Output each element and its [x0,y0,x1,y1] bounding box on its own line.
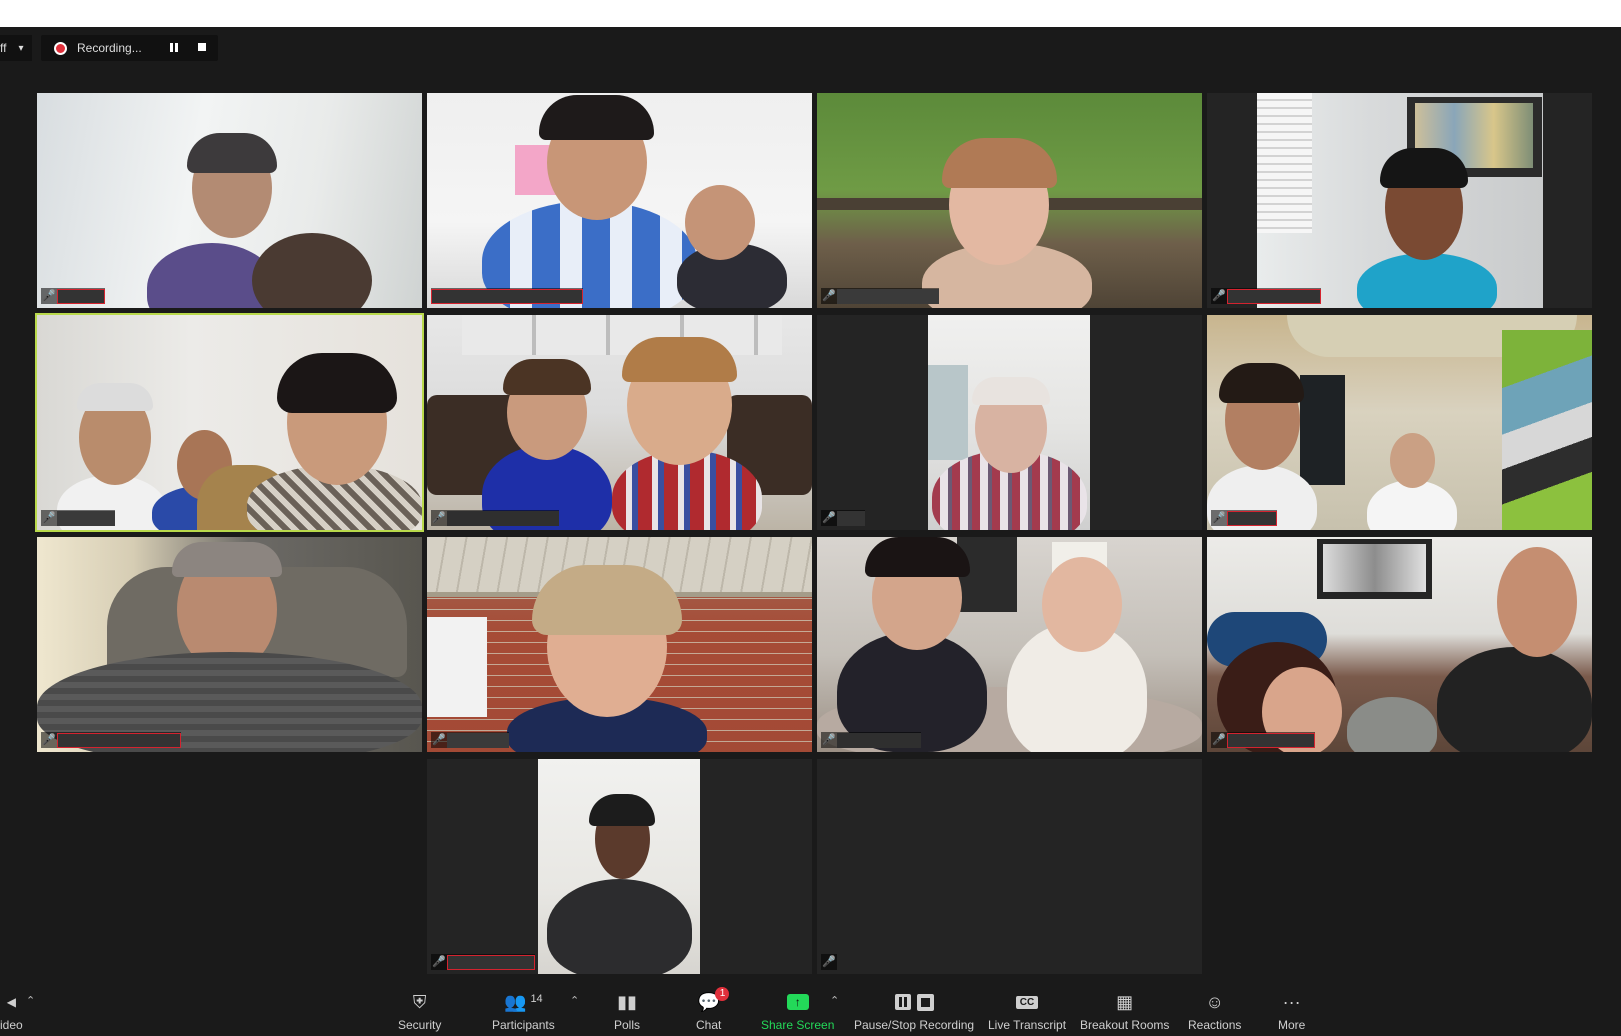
video-label: ideo [0,1018,23,1032]
muted-mic-icon: 🎤 [822,290,836,302]
more-dots-icon: ··· [1282,991,1301,1012]
chat-unread-badge: 1 [715,987,730,1001]
security-button[interactable]: ⛨ Security [398,990,442,1033]
muted-mic-icon: 🎤 [432,734,446,746]
chat-button[interactable]: 💬 1 Chat [696,987,730,1032]
participant-name-tag: 🎤 [1211,732,1315,748]
participant-video-tile[interactable]: 🎤 [817,315,1202,530]
share-screen-icon: ↑ [786,990,809,1014]
view-options-button[interactable]: ff ▾ [0,35,32,61]
participant-name-tag: 🎤 [1211,510,1277,526]
participant-name-tag: 🎤 [41,732,181,748]
security-label: Security [398,1018,442,1032]
bar-chart-icon: ▮▮ [617,991,637,1012]
participant-video-tile[interactable]: 🎤 [817,93,1202,308]
participant-name-tag: 🎤 [1211,288,1321,304]
recording-dot-icon [54,41,67,55]
live-transcript-button[interactable]: CC Live Transcript [988,990,1066,1032]
participant-name-tag: 🎤 [821,732,921,748]
pause-stop-recording-button[interactable]: Pause/Stop Recording [854,990,974,1032]
muted-mic-icon: 🎤 [1212,290,1226,302]
recording-status: Recording... [77,41,142,55]
closed-caption-icon: CC [1015,995,1039,1009]
participant-name-tag: 🎤 [821,288,939,304]
shield-icon: ⛨ [412,991,427,1012]
chevron-down-icon: ▾ [18,42,24,54]
active-speaker-tile[interactable]: 🎤 [35,313,424,532]
share-options-caret-icon[interactable]: ⌃ [830,994,839,1007]
breakout-rooms-button[interactable]: ▦ Breakout Rooms [1080,990,1170,1033]
video-options-caret-icon[interactable]: ⌃ [26,994,35,1007]
breakout-rooms-icon: ▦ [1116,991,1134,1012]
video-button[interactable]: ◀ ideo [0,990,23,1032]
recording-indicator: Recording... [41,35,218,61]
participant-name-tag: 🎤 [431,510,559,526]
participant-video-tile[interactable]: 🎤 [427,759,812,974]
stop-recording-button[interactable] [197,43,208,53]
participant-name-tag: 🎤 [41,510,115,526]
participants-options-caret-icon[interactable]: ⌃ [570,994,579,1007]
chat-label: Chat [696,1018,722,1032]
stop-icon [197,43,206,51]
participant-name-tag: 🎤 [431,954,535,970]
muted-mic-icon: 🎤 [1212,512,1226,524]
participant-video-tile[interactable]: 🎤 [1207,93,1592,308]
participant-name-tag: 🎤 [431,732,509,748]
muted-mic-icon: 🎤 [42,734,56,746]
participant-video-tile[interactable]: 🎤 [37,537,422,752]
muted-mic-icon: 🎤 [432,512,446,524]
participant-video-tile[interactable] [427,93,812,308]
window-title-bar [0,0,1621,27]
more-label: More [1278,1018,1306,1032]
stop-icon [916,993,934,1011]
participants-count: 14 [530,993,543,1005]
participants-label: Participants [492,1018,555,1032]
participant-name-tag [431,288,583,304]
pause-icon [894,994,911,1010]
more-button[interactable]: ··· More [1278,990,1306,1033]
reactions-button[interactable]: ☺ Reactions [1188,990,1242,1033]
polls-label: Polls [614,1018,641,1032]
participants-button[interactable]: 👥 14 Participants [492,990,555,1033]
participant-name-tag: 🎤 [821,954,837,970]
muted-mic-icon: 🎤 [822,512,836,524]
participant-video-tile[interactable]: 🎤 [1207,315,1592,530]
breakout-rooms-label: Breakout Rooms [1080,1018,1170,1032]
view-options-label: ff [0,41,7,55]
smiley-plus-icon: ☺ [1205,991,1224,1012]
share-screen-button[interactable]: ↑ Share Screen [761,990,834,1032]
participant-video-tile[interactable]: 🎤 [817,537,1202,752]
muted-mic-icon: 🎤 [822,956,836,968]
muted-mic-icon: 🎤 [42,290,56,302]
polls-button[interactable]: ▮▮ Polls [614,990,641,1033]
pause-stop-recording-label: Pause/Stop Recording [854,1018,975,1032]
participant-video-tile[interactable]: 🎤 [427,315,812,530]
participant-video-tile[interactable]: 🎤 [37,93,422,308]
meeting-toolbar: ◀ ideo ⌃ ⛨ Security 👥 14 Participants ⌃ … [0,984,1621,1036]
muted-mic-icon: 🎤 [432,956,446,968]
muted-mic-icon: 🎤 [1212,734,1226,746]
participant-name-tag: 🎤 [821,510,865,526]
live-transcript-label: Live Transcript [988,1018,1067,1032]
muted-mic-icon: 🎤 [822,734,836,746]
participant-video-tile[interactable]: 🎤 [817,759,1202,974]
participants-icon: 👥 [504,991,527,1012]
participant-name-tag: 🎤 [41,288,105,304]
participant-video-tile[interactable]: 🎤 [427,537,812,752]
pause-recording-button[interactable] [169,43,180,53]
video-camera-icon: ◀ [6,995,16,1009]
reactions-label: Reactions [1188,1018,1242,1032]
muted-mic-icon: 🎤 [42,512,56,524]
share-screen-label: Share Screen [761,1018,835,1032]
participant-video-tile[interactable]: 🎤 [1207,537,1592,752]
pause-icon [169,43,178,53]
